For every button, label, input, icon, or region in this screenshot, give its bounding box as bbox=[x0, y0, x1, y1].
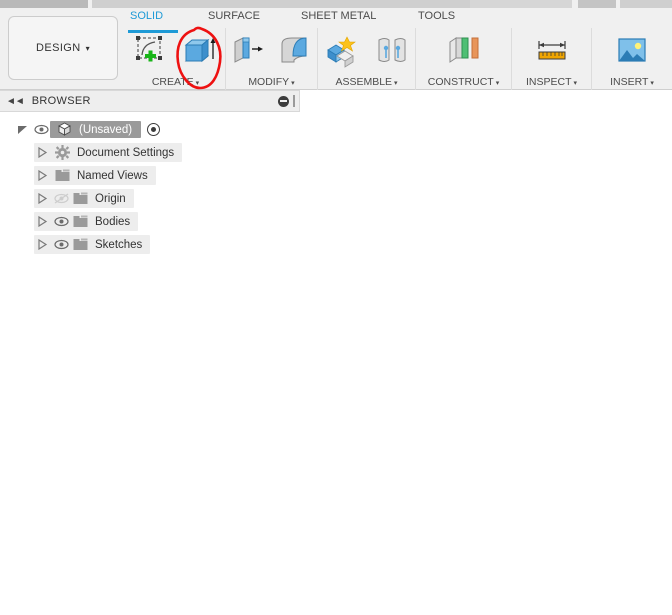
tab-sheet-metal[interactable]: SHEET METAL bbox=[301, 10, 376, 22]
axis-x-line bbox=[0, 586, 672, 596]
gear-icon bbox=[52, 145, 72, 160]
workspace-selector[interactable]: DESIGN ▾ bbox=[8, 16, 118, 80]
tab-solid[interactable]: SOLID bbox=[130, 10, 163, 22]
tree-row-named-views[interactable]: Named Views bbox=[0, 164, 300, 187]
panel-construct: CONSTRUCT ▾ bbox=[416, 28, 512, 90]
collapse-arrow-icon[interactable] bbox=[36, 169, 49, 182]
browser-panel: ◄◄ BROWSER (Unsaved) Document Settings N… bbox=[0, 90, 300, 256]
chevron-down-icon: ▾ bbox=[291, 80, 295, 87]
folder-icon bbox=[70, 215, 90, 228]
tree-row-sketches[interactable]: Sketches bbox=[0, 233, 300, 256]
new-component-icon bbox=[326, 36, 356, 68]
tab-strip-segment[interactable] bbox=[620, 0, 672, 8]
joint-icon bbox=[378, 38, 405, 62]
workspace-label: DESIGN bbox=[36, 42, 81, 54]
fillet-button[interactable] bbox=[274, 30, 318, 72]
expand-arrow-icon[interactable] bbox=[16, 123, 29, 136]
window-tab-strip[interactable] bbox=[0, 0, 672, 8]
folder-icon bbox=[70, 192, 90, 205]
browser-title: BROWSER bbox=[31, 95, 91, 107]
activate-component-radio[interactable] bbox=[147, 123, 161, 136]
visibility-eye-off-icon[interactable] bbox=[52, 193, 70, 204]
collapse-arrow-icon[interactable] bbox=[36, 238, 49, 251]
face-origin-crosshair bbox=[330, 445, 400, 502]
joint-button[interactable] bbox=[369, 30, 415, 72]
collapse-arrow-icon[interactable] bbox=[36, 146, 49, 159]
visibility-eye-icon[interactable] bbox=[52, 239, 70, 250]
panel-insert: INSERT ▾ bbox=[592, 28, 672, 90]
panel-assemble: ASSEMBLE ▾ bbox=[318, 28, 416, 90]
new-component-button[interactable] bbox=[319, 30, 365, 72]
panel-inspect: INSPECT ▾ bbox=[512, 28, 592, 90]
insert-image-button[interactable] bbox=[609, 30, 655, 72]
folder-icon bbox=[70, 238, 90, 251]
tree-label-named-views: Named Views bbox=[77, 169, 148, 182]
ribbon: DESIGN ▾ SOLID SURFACE SHEET METAL TOOLS bbox=[0, 8, 672, 90]
panel-label-inspect[interactable]: INSPECT ▾ bbox=[512, 76, 591, 88]
chevron-down-icon: ▾ bbox=[85, 43, 90, 53]
collapse-arrow-icon[interactable] bbox=[36, 192, 49, 205]
create-sketch-button[interactable] bbox=[128, 30, 174, 72]
panel-resize-handle[interactable] bbox=[293, 95, 295, 107]
minimize-icon[interactable] bbox=[278, 95, 289, 107]
tab-strip-segment[interactable] bbox=[578, 0, 616, 8]
box-icon bbox=[184, 38, 215, 63]
panel-label-modify[interactable]: MODIFY ▾ bbox=[226, 76, 317, 88]
root-component-chip[interactable]: (Unsaved) bbox=[50, 121, 142, 138]
tree-label-bodies: Bodies bbox=[95, 215, 131, 228]
solid-body bbox=[129, 342, 647, 615]
collapse-left-icon[interactable]: ◄◄ bbox=[6, 96, 25, 107]
measure-ruler-icon bbox=[537, 41, 566, 60]
chevron-down-icon: ▾ bbox=[573, 80, 578, 87]
tree-label-document-settings: Document Settings bbox=[77, 146, 175, 159]
tree-row-bodies[interactable]: Bodies bbox=[0, 210, 300, 233]
chevron-down-icon: ▾ bbox=[195, 80, 200, 87]
offset-plane-icon bbox=[449, 37, 478, 63]
create-sketch-icon bbox=[135, 36, 162, 62]
panel-label-construct[interactable]: CONSTRUCT ▾ bbox=[416, 76, 511, 88]
construction-circle bbox=[221, 279, 527, 615]
chevron-down-icon: ▾ bbox=[495, 80, 500, 87]
panel-label-create[interactable]: CREATE ▾ bbox=[126, 76, 225, 88]
browser-tree: (Unsaved) Document Settings Named Views … bbox=[0, 112, 300, 256]
collapse-arrow-icon[interactable] bbox=[36, 215, 49, 228]
axis-y-label: Y bbox=[661, 236, 670, 251]
panel-create: CREATE ▾ bbox=[126, 28, 226, 90]
tree-label-unsaved: (Unsaved) bbox=[79, 123, 133, 136]
measure-button[interactable] bbox=[529, 30, 575, 72]
visibility-eye-icon[interactable] bbox=[32, 124, 50, 135]
tree-row-unsaved[interactable]: (Unsaved) bbox=[0, 118, 300, 141]
create-box-button[interactable] bbox=[178, 30, 224, 72]
panel-label-insert[interactable]: INSERT ▾ bbox=[592, 76, 672, 88]
tree-label-sketches: Sketches bbox=[95, 238, 143, 251]
tree-row-origin[interactable]: Origin bbox=[0, 187, 300, 210]
chevron-down-icon: ▾ bbox=[650, 80, 654, 87]
chevron-down-icon: ▾ bbox=[394, 80, 398, 87]
axis-y-line bbox=[0, 570, 672, 594]
fillet-icon bbox=[281, 37, 307, 63]
panel-label-assemble[interactable]: ASSEMBLE ▾ bbox=[318, 76, 415, 88]
tree-label-origin: Origin bbox=[95, 192, 126, 205]
ground-grid bbox=[0, 514, 672, 615]
visibility-eye-icon[interactable] bbox=[52, 216, 70, 227]
tab-tools[interactable]: TOOLS bbox=[418, 10, 455, 22]
tab-surface[interactable]: SURFACE bbox=[208, 10, 260, 22]
fusion360-window: Y DESIGN ▾ SOLID SURFACE SHEET METAL TOO… bbox=[0, 0, 672, 615]
panel-modify: MODIFY ▾ bbox=[226, 28, 318, 90]
browser-header: ◄◄ BROWSER bbox=[0, 90, 300, 112]
folder-icon bbox=[52, 169, 72, 182]
tree-row-document-settings[interactable]: Document Settings bbox=[0, 141, 300, 164]
image-icon bbox=[618, 38, 646, 62]
press-pull-icon bbox=[234, 37, 263, 63]
cube-icon bbox=[54, 122, 74, 137]
press-pull-button[interactable] bbox=[226, 30, 270, 72]
offset-plane-button[interactable] bbox=[441, 30, 487, 72]
tab-strip-segment[interactable] bbox=[470, 0, 572, 8]
tab-strip-segment[interactable] bbox=[0, 0, 88, 8]
